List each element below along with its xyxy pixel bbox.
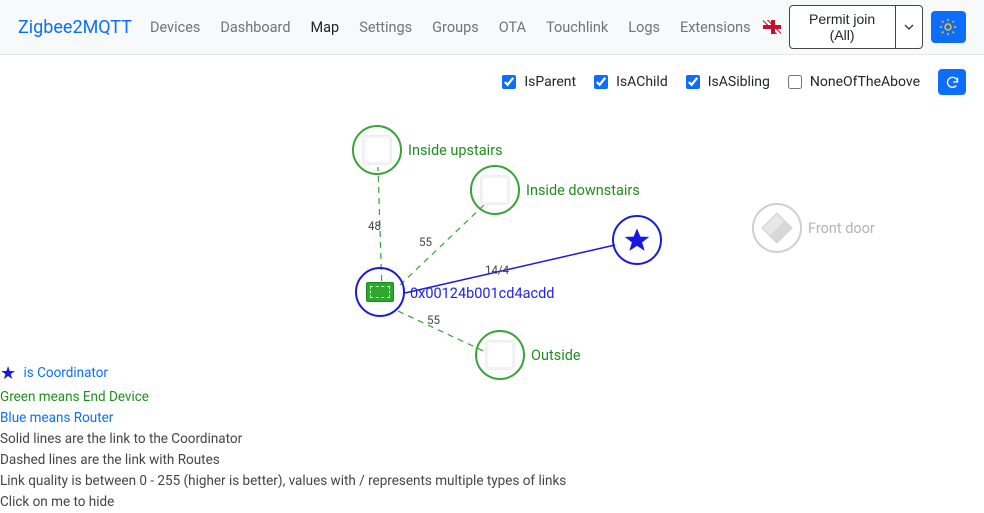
legend-enddevice: Green means End Device <box>0 387 566 408</box>
legend-dashed: Dashed lines are the link with Routes <box>0 450 566 471</box>
nav-settings[interactable]: Settings <box>351 13 420 42</box>
node-coordinator[interactable] <box>612 215 662 265</box>
router-chip-icon <box>366 282 394 302</box>
lq-downstairs: 55 <box>419 235 432 249</box>
coordinator-star-icon <box>623 226 651 254</box>
legend-hide: Click on me to hide <box>0 492 566 513</box>
nav-touchlink[interactable]: Touchlink <box>538 13 616 42</box>
node-router[interactable] <box>355 267 405 317</box>
language-flag-icon[interactable] <box>763 20 781 34</box>
refresh-icon <box>945 75 960 90</box>
label-router: 0x00124b001cd4acdd <box>410 285 554 302</box>
zigbee-map[interactable]: 48 55 55 14/4 Inside upstairs Inside dow… <box>0 95 984 513</box>
filter-bar: IsParent IsAChild IsASibling NoneOfTheAb… <box>0 55 984 99</box>
lq-coord: 14/4 <box>485 263 509 277</box>
refresh-map-button[interactable] <box>938 69 966 95</box>
node-inside-upstairs[interactable] <box>352 125 402 175</box>
node-inside-downstairs[interactable] <box>470 165 520 215</box>
filter-isparent-checkbox[interactable] <box>502 75 516 89</box>
permit-join-dropdown[interactable] <box>896 5 923 49</box>
permit-join-button[interactable]: Permit join (All) <box>789 5 896 49</box>
nav-map[interactable]: Map <box>303 13 348 42</box>
settings-gear-button[interactable] <box>931 11 967 43</box>
nav-groups[interactable]: Groups <box>424 13 487 42</box>
lq-outside: 55 <box>427 313 440 327</box>
filter-isasibling-checkbox[interactable] <box>686 75 700 89</box>
label-inside-upstairs: Inside upstairs <box>408 142 503 159</box>
filter-noneoftheabove-checkbox[interactable] <box>788 75 802 89</box>
permit-join-group: Permit join (All) <box>789 5 923 49</box>
nav-logs[interactable]: Logs <box>620 13 668 42</box>
navbar: Zigbee2MQTT Devices Dashboard Map Settin… <box>0 0 984 55</box>
gear-icon <box>939 18 957 36</box>
node-front-door[interactable] <box>752 203 802 253</box>
sensor-icon <box>480 175 510 205</box>
label-front-door: Front door <box>808 220 875 237</box>
label-inside-downstairs: Inside downstairs <box>526 182 640 199</box>
brand[interactable]: Zigbee2MQTT <box>18 17 132 38</box>
link-router-downstairs <box>400 205 484 285</box>
legend-coordinator: ★ is Coordinator <box>0 360 566 388</box>
filter-isparent[interactable]: IsParent <box>498 72 576 92</box>
legend-quality: Link quality is between 0 - 255 (higher … <box>0 471 566 492</box>
map-legend[interactable]: ★ is Coordinator Green means End Device … <box>0 360 566 513</box>
nav-extensions[interactable]: Extensions <box>672 13 759 42</box>
nav-dashboard[interactable]: Dashboard <box>212 13 298 42</box>
filter-isachild-checkbox[interactable] <box>594 75 608 89</box>
filter-noneoftheabove[interactable]: NoneOfTheAbove <box>784 72 920 92</box>
chevron-down-icon <box>904 22 914 32</box>
legend-router: Blue means Router <box>0 408 566 429</box>
legend-solid: Solid lines are the link to the Coordina… <box>0 429 566 450</box>
nav-devices[interactable]: Devices <box>142 13 208 42</box>
nav-ota[interactable]: OTA <box>491 13 534 42</box>
sensor-icon <box>362 135 392 165</box>
filter-isasibling[interactable]: IsASibling <box>682 72 770 92</box>
door-sensor-icon <box>761 212 792 243</box>
lq-upstairs: 48 <box>368 219 381 233</box>
filter-isachild[interactable]: IsAChild <box>590 72 668 92</box>
star-icon: ★ <box>0 363 16 384</box>
